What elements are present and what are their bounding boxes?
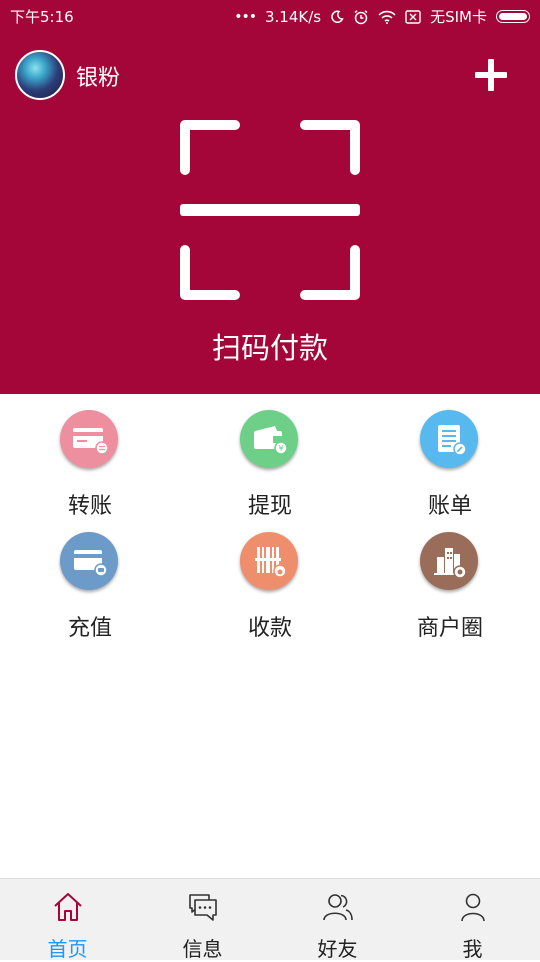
card-recharge-icon <box>60 532 118 590</box>
recharge-label: 充值 <box>67 616 112 641</box>
moon-icon <box>331 10 344 23</box>
svg-text:¥: ¥ <box>278 444 283 453</box>
merchant-circle-button[interactable]: 商户圈 <box>360 516 540 641</box>
avatar[interactable] <box>15 50 65 100</box>
tab-messages-label: 信息 <box>182 937 223 961</box>
message-icon <box>189 894 217 921</box>
bank-card-transfer-icon <box>60 410 118 468</box>
transfer-button[interactable]: 转账 <box>0 394 180 519</box>
merchant-buildings-icon <box>420 532 478 590</box>
bill-button[interactable]: 账单 <box>360 394 540 519</box>
sim-status: 无SIM卡 <box>430 8 487 26</box>
tab-home-label: 首页 <box>47 937 88 961</box>
wallet-yuan-icon: ¥ <box>240 410 298 468</box>
tab-friends[interactable]: 好友 <box>270 879 405 961</box>
battery-icon <box>496 10 530 23</box>
tab-me-label: 我 <box>462 937 483 961</box>
profile-icon <box>461 893 485 922</box>
wifi-icon <box>378 10 396 24</box>
alarm-icon <box>354 9 368 24</box>
merchant-circle-label: 商户圈 <box>416 616 483 641</box>
status-bar: 下午5:16 ••• 3.14K/s 无SIM卡 <box>0 0 540 32</box>
receive-payment-button[interactable]: 收款 <box>180 516 360 641</box>
tab-messages[interactable]: 信息 <box>135 879 270 961</box>
home-icon <box>54 893 82 921</box>
recharge-button[interactable]: 充值 <box>0 516 180 641</box>
barcode-money-icon <box>240 532 298 590</box>
more-dots-icon: ••• <box>234 8 257 25</box>
network-speed: 3.14K/s <box>265 7 322 26</box>
status-time: 下午5:16 <box>10 8 74 26</box>
friends-icon <box>323 894 353 921</box>
scan-qr-icon[interactable] <box>180 120 360 300</box>
bill-document-icon <box>420 410 478 468</box>
tab-home[interactable]: 首页 <box>0 879 135 961</box>
withdraw-button[interactable]: ¥ 提现 <box>180 394 360 519</box>
no-sim-icon <box>405 9 421 24</box>
scan-pay-label[interactable]: 扫码付款 <box>0 325 540 367</box>
tab-friends-label: 好友 <box>317 937 358 961</box>
tab-me[interactable]: 我 <box>405 879 540 961</box>
username[interactable]: 银粉 <box>76 60 120 92</box>
bottom-tab-bar: 首页 信息 好友 我 <box>0 878 540 961</box>
add-plus-icon[interactable] <box>472 56 510 94</box>
receive-payment-label: 收款 <box>247 616 292 641</box>
header-panel: 下午5:16 ••• 3.14K/s 无SIM卡 银粉 扫码付款 <box>0 0 540 394</box>
